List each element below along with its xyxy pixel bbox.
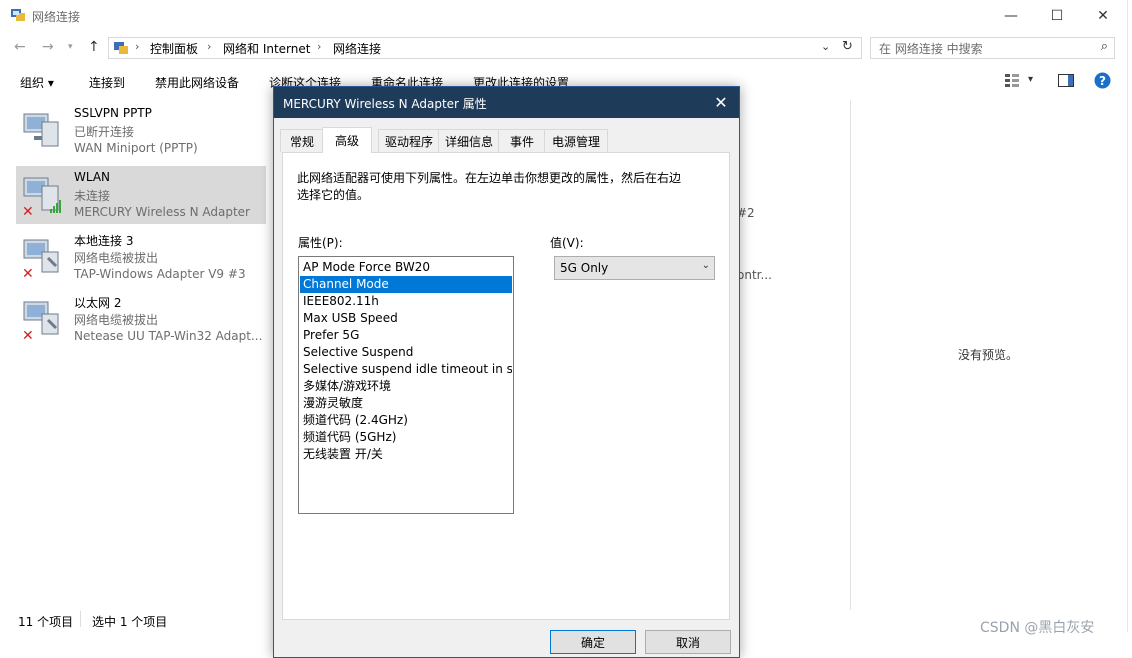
tab-general[interactable]: 常规 [280,129,324,152]
breadcrumb-control-panel[interactable]: 控制面板 [150,40,198,57]
dialog-title: MERCURY Wireless N Adapter 属性 [283,97,487,111]
value-selected: 5G Only [560,261,609,275]
search-input[interactable]: 在 网络连接 中搜索 ⌕ [870,37,1115,59]
property-option[interactable]: Selective suspend idle timeout in ser [300,361,512,378]
property-option[interactable]: IEEE802.11h [300,293,512,310]
view-options-icon[interactable] [1004,73,1020,87]
connection-name: 本地连接 3 [74,234,134,248]
property-option[interactable]: 无线装置 开/关 [300,446,512,463]
tab-advanced[interactable]: 高级 [322,127,372,153]
preview-empty-text: 没有预览。 [958,348,1019,362]
ok-button[interactable]: 确定 [550,630,636,654]
value-select[interactable]: 5G Only ⌄ [554,256,715,280]
maximize-button[interactable]: ☐ [1034,0,1080,32]
connection-status: 网络电缆被拔出 [74,313,159,327]
connection-status: 网络电缆被拔出 [74,251,159,265]
preview-divider [850,100,851,610]
property-option[interactable]: 频道代码 (5GHz) [300,429,512,446]
search-placeholder: 在 网络连接 中搜索 [879,42,983,56]
property-label: 属性(P): [298,236,343,250]
tab-power-management[interactable]: 电源管理 [544,129,608,152]
list-item-sslvpn[interactable]: SSLVPN PPTP 已断开连接 WAN Miniport (PPTP) [16,102,266,160]
recent-chevron-icon[interactable]: ▾ [68,42,73,52]
breadcrumb-separator: › [207,40,212,53]
ethernet-adapter-icon: ✕ [22,239,59,278]
property-option[interactable]: Prefer 5G [300,327,512,344]
breadcrumb-separator: › [317,40,322,53]
property-option[interactable]: 漫游灵敏度 [300,395,512,412]
preview-pane-icon[interactable] [1058,74,1074,87]
connection-device: Netease UU TAP-Win32 Adapt... [74,329,263,343]
advanced-tab-panel: 此网络适配器可使用下列属性。在左边单击你想更改的属性，然后在右边选择它的值。 属… [282,152,730,620]
close-dialog-button[interactable]: ✕ [709,91,733,113]
control-panel-icon [114,42,128,54]
cancel-button[interactable]: 取消 [645,630,731,654]
address-bar[interactable]: › 控制面板 › 网络和 Internet › 网络连接 ⌄ ↻ [108,37,862,59]
property-listbox[interactable]: AP Mode Force BW20 Channel Mode IEEE802.… [298,256,514,514]
connection-name: WLAN [74,170,111,184]
property-option[interactable]: Selective Suspend [300,344,512,361]
network-folder-icon [11,9,25,21]
view-dropdown-icon[interactable]: ▾ [1028,74,1033,85]
connection-status: 未连接 [74,189,111,203]
property-option[interactable]: Max USB Speed [300,310,512,327]
svg-text:✕: ✕ [22,204,34,216]
search-icon[interactable]: ⌕ [1101,39,1108,54]
tab-details[interactable]: 详细信息 [438,129,500,152]
property-option[interactable]: 频道代码 (2.4GHz) [300,412,512,429]
value-label: 值(V): [550,236,584,250]
list-item-local-3[interactable]: ✕ 本地连接 3 网络电缆被拔出 TAP-Windows Adapter V9 … [16,228,266,286]
tab-events[interactable]: 事件 [498,129,546,152]
connection-device: MERCURY Wireless N Adapter [74,205,250,219]
tab-driver[interactable]: 驱动程序 [378,129,440,152]
back-arrow-icon[interactable]: ← [14,39,26,55]
connections-list: SSLVPN PPTP 已断开连接 WAN Miniport (PPTP) ✕ … [10,100,272,600]
list-item-wlan[interactable]: ✕ WLAN 未连接 MERCURY Wireless N Adapter [16,166,266,224]
close-window-button[interactable]: ✕ [1080,0,1126,32]
partial-item-text: ontr... [737,268,772,282]
breadcrumb-separator: › [135,40,140,53]
status-divider [80,611,81,627]
help-icon[interactable]: ? [1094,72,1111,89]
window-title: 网络连接 [32,10,81,24]
up-arrow-icon[interactable]: ↑ [88,39,100,55]
property-option-selected[interactable]: Channel Mode [300,276,512,293]
organize-button[interactable]: 组织 ▾ [20,74,54,91]
svg-text:✕: ✕ [22,328,34,340]
connection-name: SSLVPN PPTP [74,106,152,120]
selected-count: 选中 1 个项目 [92,615,168,629]
chevron-down-icon: ⌄ [701,260,710,271]
connection-device: WAN Miniport (PPTP) [74,141,198,155]
refresh-icon[interactable]: ↻ [842,39,853,54]
network-adapter-icon [23,113,59,147]
ethernet-adapter-icon: ✕ [22,301,59,340]
disable-device-button[interactable]: 禁用此网络设备 [155,74,239,91]
property-option[interactable]: AP Mode Force BW20 [300,259,512,276]
breadcrumb-network-internet[interactable]: 网络和 Internet [223,40,310,57]
tab-strip: 常规 高级 驱动程序 详细信息 事件 电源管理 [280,127,730,153]
wireless-adapter-icon: ✕ [22,177,61,216]
adapter-properties-dialog: MERCURY Wireless N Adapter 属性 ✕ 常规 高级 驱动… [273,86,740,658]
watermark: CSDN @黑白灰安 [980,620,1095,636]
svg-text:✕: ✕ [22,266,34,278]
connection-status: 已断开连接 [74,125,135,139]
advanced-description: 此网络适配器可使用下列属性。在左边单击你想更改的属性，然后在右边选择它的值。 [297,171,682,202]
minimize-button[interactable]: — [988,0,1034,32]
property-option[interactable]: 多媒体/游戏环境 [300,378,512,395]
svg-text:?: ? [1099,74,1106,88]
connection-device: TAP-Windows Adapter V9 #3 [74,267,246,281]
dialog-title-bar[interactable]: MERCURY Wireless N Adapter 属性 ✕ [274,87,739,118]
list-item-ethernet-2[interactable]: ✕ 以太网 2 网络电缆被拔出 Netease UU TAP-Win32 Ada… [16,290,266,348]
forward-arrow-icon[interactable]: → [42,39,54,55]
title-bar: 网络连接 — ☐ ✕ [0,0,1127,32]
connection-name: 以太网 2 [74,296,122,310]
connect-to-button[interactable]: 连接到 [89,74,125,91]
items-count: 11 个项目 [18,615,74,629]
breadcrumb-network-connections[interactable]: 网络连接 [333,40,381,57]
address-dropdown-icon[interactable]: ⌄ [821,40,830,53]
